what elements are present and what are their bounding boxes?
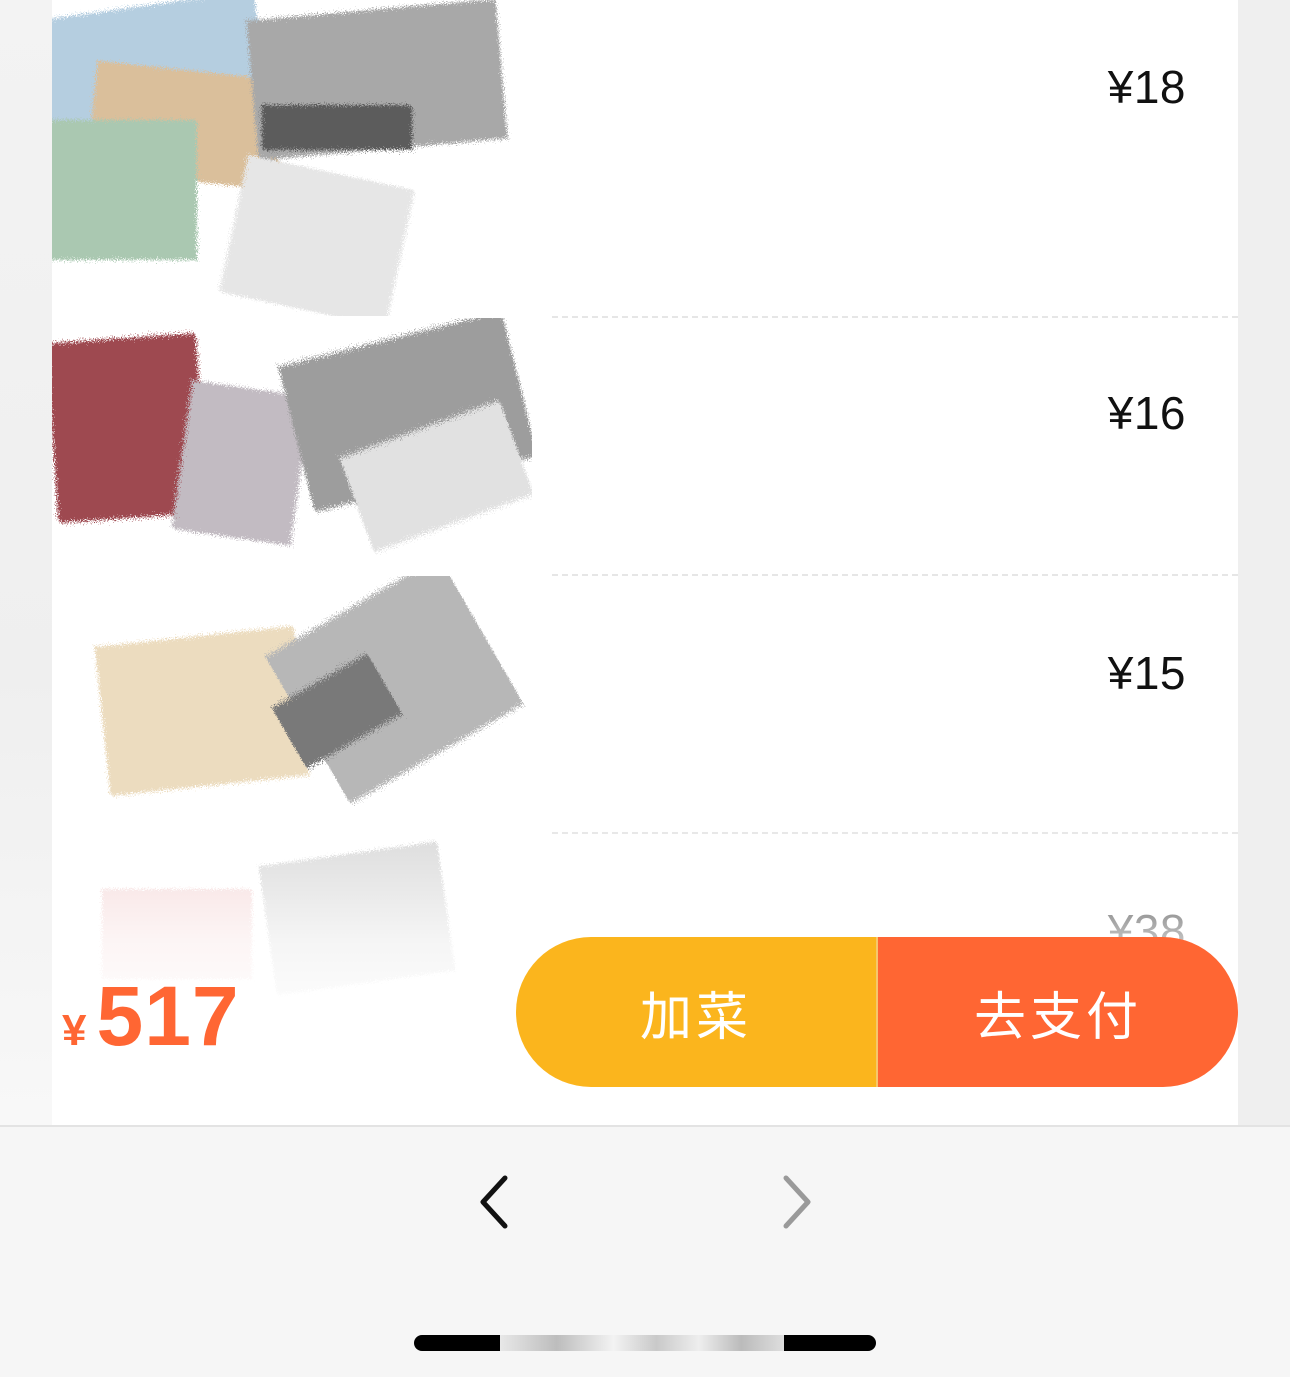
home-indicator-blur — [500, 1335, 784, 1351]
order-total: ¥ 517 — [62, 968, 240, 1065]
item-price: ¥15 — [1107, 647, 1186, 699]
order-item[interactable]: ¥15 — [52, 576, 1238, 832]
order-item[interactable]: ¥18 — [52, 0, 1238, 316]
dish-image — [52, 0, 532, 316]
chevron-left-icon — [480, 1175, 508, 1229]
add-dish-button[interactable]: 加菜 — [516, 937, 878, 1087]
page-background-right — [1238, 0, 1290, 1125]
checkout-button-group: 加菜 去支付 — [516, 937, 1238, 1087]
home-indicator[interactable] — [414, 1335, 876, 1351]
forward-button[interactable] — [766, 1172, 826, 1232]
dish-image — [52, 576, 532, 832]
back-button[interactable] — [465, 1172, 525, 1232]
dish-image — [52, 318, 532, 574]
total-amount: 517 — [96, 969, 240, 1063]
item-price: ¥16 — [1107, 387, 1186, 439]
page-background-left — [0, 0, 52, 1125]
order-item[interactable]: ¥16 — [52, 318, 1238, 574]
currency-symbol: ¥ — [62, 1006, 87, 1055]
item-price: ¥18 — [1107, 61, 1186, 113]
chevron-right-icon — [783, 1175, 811, 1229]
pay-button[interactable]: 去支付 — [878, 937, 1238, 1087]
